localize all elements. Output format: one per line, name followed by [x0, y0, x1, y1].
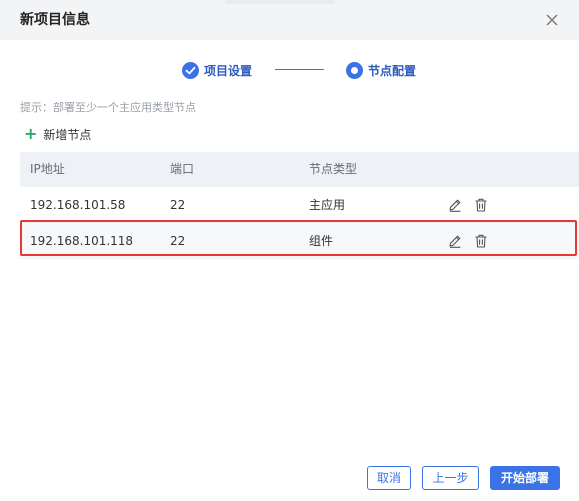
- add-node-button[interactable]: + 新增节点: [24, 126, 91, 142]
- table-header: IP地址 端口 节点类型: [20, 152, 579, 187]
- cancel-button[interactable]: 取消: [367, 466, 411, 490]
- hint-text: 提示：部署至少一个主应用类型节点: [20, 101, 196, 114]
- previous-step-button[interactable]: 上一步: [422, 466, 479, 490]
- cell-port: 22: [170, 198, 186, 212]
- column-header-ip: IP地址: [30, 162, 65, 176]
- check-circle-icon: [182, 61, 199, 79]
- highlight-box: [20, 220, 577, 256]
- new-project-dialog: 新项目信息 项目设置 节点配置 提示：部署至少一个主应用类型节点 + 新增节点 …: [0, 0, 579, 501]
- step-label: 节点配置: [368, 63, 417, 78]
- cell-type: 主应用: [309, 198, 346, 212]
- cell-ip: 192.168.101.58: [30, 198, 126, 212]
- column-header-port: 端口: [170, 162, 195, 176]
- step-project-settings: 项目设置: [182, 60, 252, 80]
- start-deploy-button[interactable]: 开始部署: [490, 466, 560, 490]
- delete-icon[interactable]: [473, 197, 489, 213]
- table-row: 192.168.101.58 22 主应用: [20, 187, 579, 223]
- step-node-config: 节点配置: [346, 60, 416, 80]
- close-icon[interactable]: [544, 12, 560, 28]
- header-shadow: [225, 0, 335, 4]
- add-node-label: 新增节点: [43, 127, 92, 142]
- radio-dot-icon: [346, 61, 363, 79]
- edit-icon[interactable]: [447, 197, 463, 213]
- step-label: 项目设置: [204, 63, 253, 78]
- step-indicator: 项目设置 节点配置: [0, 60, 579, 80]
- dialog-title: 新项目信息: [20, 12, 90, 28]
- step-connector: [275, 69, 324, 70]
- dialog-header: 新项目信息: [0, 0, 579, 40]
- column-header-type: 节点类型: [309, 162, 358, 176]
- plus-icon: +: [24, 124, 38, 143]
